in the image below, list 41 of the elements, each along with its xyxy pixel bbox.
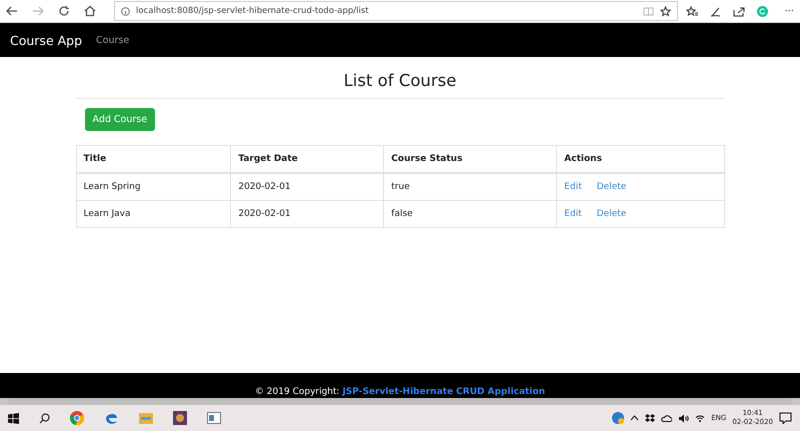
table-cell: 2020-02-01 xyxy=(230,173,384,200)
pen-icon[interactable] xyxy=(710,6,722,16)
column-header: Course Status xyxy=(384,146,557,173)
delete-link[interactable]: Delete xyxy=(596,182,626,192)
refresh-icon[interactable] xyxy=(58,5,70,17)
speaker-icon[interactable] xyxy=(678,414,690,422)
favorites-icon[interactable] xyxy=(686,6,698,16)
chrome-icon[interactable] xyxy=(70,411,84,425)
horizontal-scrollbar[interactable] xyxy=(8,398,792,405)
delete-link[interactable]: Delete xyxy=(596,209,626,219)
address-field[interactable]: localhost:8080/jsp-servlet-hibernate-crud-todo-app/list xyxy=(114,1,678,21)
table-cell: Learn Spring xyxy=(76,173,231,200)
caret-up-icon[interactable] xyxy=(630,415,640,421)
footer-copyright: © 2019 Copyright: JSP-Servlet-Hibernate CRUD Application xyxy=(254,387,546,397)
back-icon[interactable] xyxy=(6,5,18,17)
cloud-icon[interactable] xyxy=(661,414,672,422)
star-icon[interactable] xyxy=(660,6,672,16)
home-icon[interactable] xyxy=(84,5,96,17)
nav-link[interactable]: Course xyxy=(96,34,130,46)
table-cell: false xyxy=(384,200,557,228)
edit-link[interactable]: Edit xyxy=(564,209,582,219)
share-icon[interactable] xyxy=(733,6,746,16)
info-icon xyxy=(121,6,130,16)
wifi-icon[interactable] xyxy=(695,414,706,422)
window-app-icon[interactable] xyxy=(207,412,221,424)
column-header: Target Date xyxy=(230,146,384,173)
column-header: Actions xyxy=(556,146,724,173)
footer-link[interactable]: JSP-Servlet-Hibernate CRUD Application xyxy=(342,387,546,397)
edit-link[interactable]: Edit xyxy=(564,182,582,192)
column-header: Title xyxy=(76,146,231,173)
table-cell: Learn Java xyxy=(76,200,231,228)
brand-link[interactable]: Course App xyxy=(10,32,82,48)
table-cell: 2020-02-01 xyxy=(230,200,384,228)
app-icon[interactable] xyxy=(173,411,187,425)
search-icon[interactable] xyxy=(39,412,50,424)
dropbox-icon[interactable] xyxy=(645,414,656,422)
page-heading: List of Course xyxy=(76,71,724,99)
table-cell: true xyxy=(384,173,557,200)
more-menu[interactable]: ··· xyxy=(784,6,794,16)
notification-icon[interactable] xyxy=(779,412,792,424)
windows-icon[interactable] xyxy=(8,412,19,424)
